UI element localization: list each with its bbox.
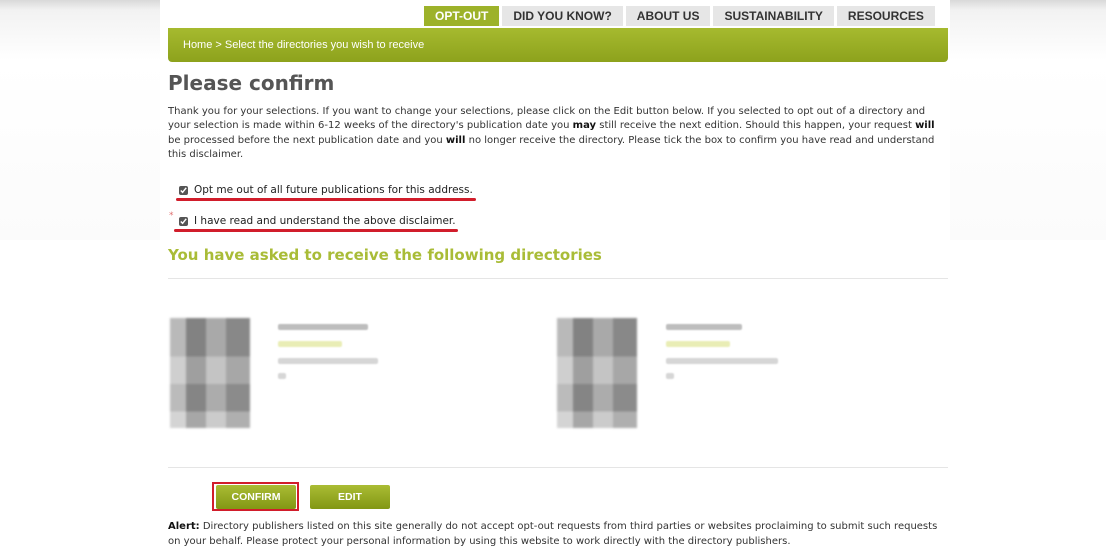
disclaimer-label: I have read and understand the above dis… <box>194 215 456 227</box>
divider <box>168 467 948 468</box>
directory-thumbnail <box>170 318 250 428</box>
alert-text: Directory publishers listed on this site… <box>168 521 938 547</box>
top-navigation: OPT-OUT DID YOU KNOW? ABOUT US SUSTAINAB… <box>424 6 938 26</box>
confirm-button[interactable]: CONFIRM <box>216 485 296 509</box>
nav-tab-sustainability[interactable]: SUSTAINABILITY <box>713 6 834 26</box>
disclaimer-text-2: still receive the next edition. Should t… <box>596 120 916 132</box>
nav-tab-resources[interactable]: RESOURCES <box>836 6 935 26</box>
alert-label: Alert: <box>168 521 200 532</box>
disclaimer-bold-will-2: will <box>445 134 466 146</box>
alert-message: Alert: Directory publishers listed on th… <box>168 519 948 549</box>
section-heading: You have asked to receive the following … <box>168 246 602 264</box>
disclaimer-text-3: be processed before the next publication… <box>168 134 446 146</box>
disclaimer-checkbox[interactable] <box>179 216 188 226</box>
directory-info-blurred <box>666 358 778 364</box>
highlight-underline <box>176 198 476 201</box>
directory-info-blurred <box>666 373 674 379</box>
nav-tab-opt-out[interactable]: OPT-OUT <box>424 6 500 26</box>
disclaimer-paragraph: Thank you for your selections. If you wa… <box>168 105 948 162</box>
directory-thumbnail <box>557 318 637 428</box>
disclaimer-bold-may: may <box>572 120 597 132</box>
main-container: OPT-OUT DID YOU KNOW? ABOUT US SUSTAINAB… <box>160 0 950 552</box>
directory-title-blurred <box>666 324 742 330</box>
directory-title-blurred <box>278 324 368 330</box>
opt-out-all-option[interactable]: Opt me out of all future publications fo… <box>179 183 473 197</box>
opt-out-all-label: Opt me out of all future publications fo… <box>194 184 473 196</box>
opt-out-all-checkbox[interactable] <box>179 185 188 195</box>
disclaimer-option[interactable]: I have read and understand the above dis… <box>179 214 456 228</box>
directory-info-blurred <box>278 373 286 379</box>
directory-info-blurred <box>278 358 378 364</box>
directory-link-blurred <box>278 341 342 347</box>
disclaimer-bold-will-1: will <box>915 120 935 132</box>
edit-button[interactable]: EDIT <box>310 485 390 509</box>
required-marker: * <box>169 211 174 221</box>
nav-tab-about-us[interactable]: ABOUT US <box>625 6 711 26</box>
breadcrumb-bar: Home > Select the directories you wish t… <box>168 28 948 62</box>
breadcrumb[interactable]: Home > Select the directories you wish t… <box>183 39 424 51</box>
nav-tab-did-you-know[interactable]: DID YOU KNOW? <box>502 6 623 26</box>
highlight-underline <box>174 229 458 232</box>
directory-link-blurred <box>666 341 730 347</box>
divider <box>168 278 948 279</box>
page-title: Please confirm <box>168 71 335 95</box>
